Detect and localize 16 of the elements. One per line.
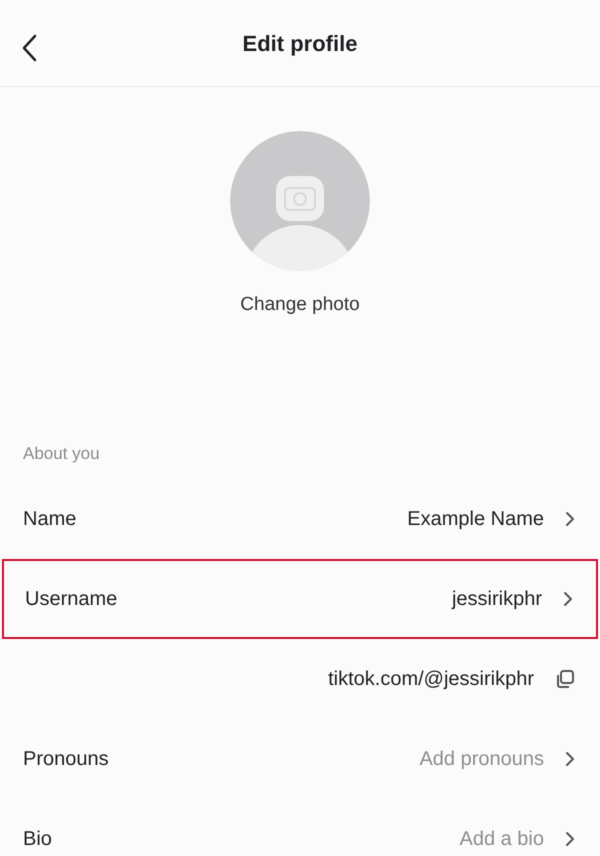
copy-icon[interactable]	[554, 668, 576, 690]
row-label: Name	[23, 507, 76, 532]
row-label: Username	[25, 587, 118, 612]
back-button[interactable]	[20, 34, 38, 62]
page-title: Edit profile	[242, 30, 358, 58]
section-title: About you	[23, 443, 100, 466]
chevron-icon	[564, 510, 576, 528]
row-label: Pronouns	[23, 747, 109, 772]
chevron-icon	[564, 830, 576, 848]
change-photo-link[interactable]: Change photo	[240, 291, 360, 320]
profile-link[interactable]: tiktok.com/@jessirikphr	[328, 664, 534, 694]
row-value[interactable]: jessirikphr	[452, 584, 542, 614]
chevron-icon	[562, 590, 574, 608]
row-label: Bio	[23, 827, 52, 852]
row-value[interactable]: Example Name	[407, 504, 544, 534]
chevron-icon	[564, 750, 576, 768]
